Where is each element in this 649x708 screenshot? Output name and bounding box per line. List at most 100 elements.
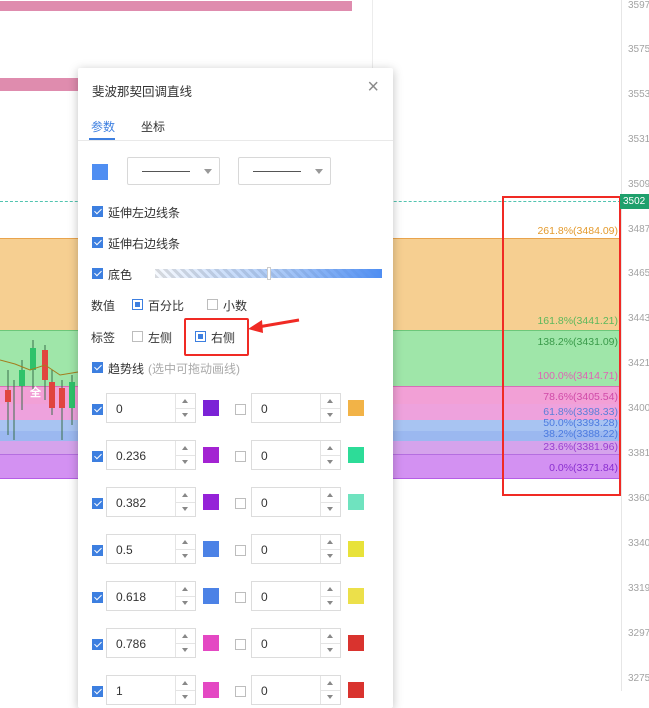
stepper-controls [320,629,340,657]
stepper-up-icon[interactable] [321,676,340,691]
stepper-up-icon[interactable] [321,629,340,644]
level-enable-checkbox[interactable] [92,686,103,697]
current-price-tag: 3502 [620,194,649,209]
chevron-down-icon [204,169,212,174]
line-color-swatch[interactable] [92,164,108,180]
close-icon[interactable]: × [367,77,379,97]
stepper-up-icon[interactable] [321,535,340,550]
label-position-label: 标签 [91,331,116,345]
slider-handle[interactable] [267,267,271,280]
level-extra-color-swatch[interactable] [348,541,364,557]
stepper-up-icon[interactable] [321,441,340,456]
level-extra-checkbox[interactable] [235,639,246,650]
level-value-stepper[interactable] [106,534,196,565]
level-extra-checkbox[interactable] [235,592,246,603]
level-extra-checkbox[interactable] [235,686,246,697]
candle-label: 全 [30,387,41,399]
level-extra-color-swatch[interactable] [348,682,364,698]
level-extra-stepper[interactable] [251,628,341,659]
dialog-title: 斐波那契回调直线 [92,85,193,99]
level-enable-checkbox[interactable] [92,639,103,650]
level-color-swatch[interactable] [203,541,219,557]
stepper-down-icon[interactable] [176,455,195,469]
level-extra-stepper[interactable] [251,675,341,706]
axis-tick: 3360 [628,493,649,504]
level-enable-checkbox[interactable] [92,592,103,603]
stepper-down-icon[interactable] [176,596,195,610]
stepper-down-icon[interactable] [321,596,340,610]
level-extra-stepper[interactable] [251,487,341,518]
level-color-swatch[interactable] [203,494,219,510]
level-value-stepper[interactable] [106,440,196,471]
percent-radio[interactable] [132,299,143,310]
level-extra-color-swatch[interactable] [348,400,364,416]
stepper-down-icon[interactable] [321,549,340,563]
level-value-stepper[interactable] [106,581,196,612]
level-color-swatch[interactable] [203,682,219,698]
history-bar [0,1,352,11]
level-extra-color-swatch[interactable] [348,635,364,651]
tab-params[interactable]: 参数 [91,118,115,135]
extend-left-checkbox[interactable] [92,206,103,217]
level-color-swatch[interactable] [203,447,219,463]
axis-tick: 3340 [628,538,649,549]
level-extra-stepper[interactable] [251,440,341,471]
stepper-down-icon[interactable] [321,502,340,516]
label-left-radio[interactable] [132,331,143,342]
level-extra-color-swatch[interactable] [348,447,364,463]
level-extra-stepper[interactable] [251,581,341,612]
fib-settings-dialog: 斐波那契回调直线 × 参数 坐标 延伸左边线条 延伸右边线条 底色 数值 百分比… [78,68,393,708]
stepper-down-icon[interactable] [321,690,340,704]
line-style-preview [142,171,190,172]
level-extra-stepper[interactable] [251,534,341,565]
stepper-down-icon[interactable] [176,643,195,657]
level-color-swatch[interactable] [203,588,219,604]
stepper-up-icon[interactable] [176,394,195,409]
axis-tick: 3531 [628,134,649,145]
level-enable-checkbox[interactable] [92,404,103,415]
trend-line-checkbox[interactable] [92,362,103,373]
level-enable-checkbox[interactable] [92,451,103,462]
level-enable-checkbox[interactable] [92,498,103,509]
stepper-up-icon[interactable] [176,582,195,597]
level-extra-stepper[interactable] [251,393,341,424]
stepper-down-icon[interactable] [176,690,195,704]
level-extra-checkbox[interactable] [235,451,246,462]
stepper-down-icon[interactable] [176,549,195,563]
stepper-down-icon[interactable] [176,408,195,422]
stepper-up-icon[interactable] [321,394,340,409]
fill-checkbox[interactable] [92,268,103,279]
level-color-swatch[interactable] [203,635,219,651]
extend-right-checkbox[interactable] [92,237,103,248]
level-extra-checkbox[interactable] [235,545,246,556]
line-style-select[interactable] [127,157,220,185]
level-extra-color-swatch[interactable] [348,494,364,510]
decimal-radio[interactable] [207,299,218,310]
stepper-down-icon[interactable] [176,502,195,516]
level-extra-color-swatch[interactable] [348,588,364,604]
level-extra-checkbox[interactable] [235,498,246,509]
stepper-up-icon[interactable] [176,441,195,456]
stepper-up-icon[interactable] [176,676,195,691]
stepper-up-icon[interactable] [321,582,340,597]
stepper-up-icon[interactable] [176,535,195,550]
level-value-stepper[interactable] [106,675,196,706]
level-color-swatch[interactable] [203,400,219,416]
level-value-stepper[interactable] [106,487,196,518]
stepper-down-icon[interactable] [321,455,340,469]
stepper-down-icon[interactable] [321,643,340,657]
stepper-up-icon[interactable] [176,488,195,503]
tab-coords[interactable]: 坐标 [141,118,165,135]
level-value-stepper[interactable] [106,393,196,424]
percent-option-label: 百分比 [148,299,185,313]
stepper-down-icon[interactable] [321,408,340,422]
tab-divider [78,140,393,141]
line-width-select[interactable] [238,157,331,185]
stepper-up-icon[interactable] [176,629,195,644]
level-value-stepper[interactable] [106,628,196,659]
axis-tick: 3597 [628,0,649,11]
level-extra-checkbox[interactable] [235,404,246,415]
stepper-controls [175,488,195,516]
level-enable-checkbox[interactable] [92,545,103,556]
stepper-up-icon[interactable] [321,488,340,503]
